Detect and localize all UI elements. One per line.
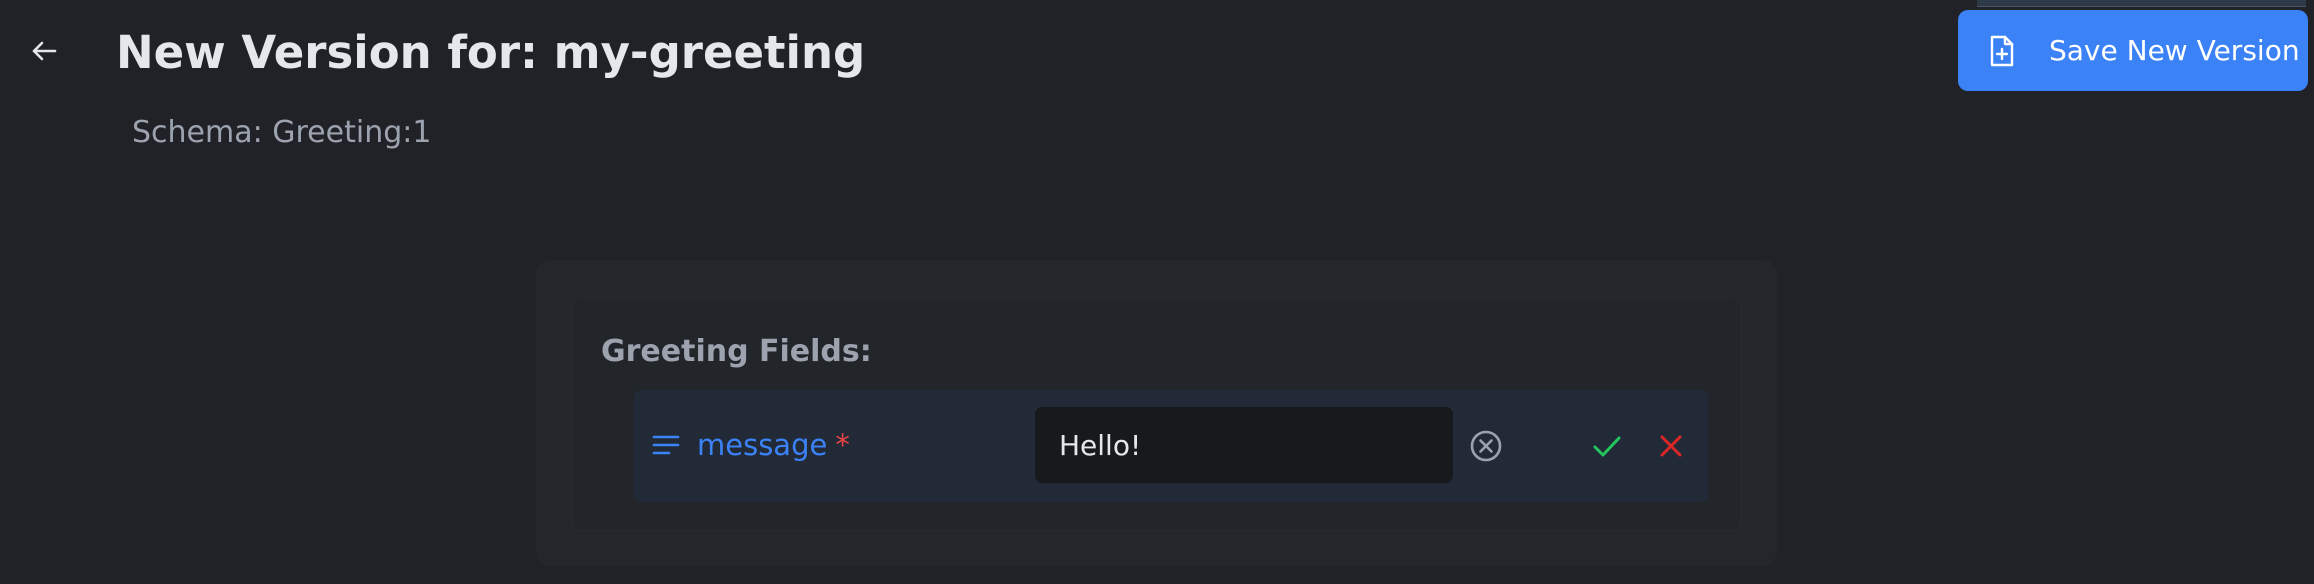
clear-circle-icon bbox=[1468, 428, 1504, 464]
back-button[interactable] bbox=[20, 30, 68, 72]
save-button-label: Save New Version bbox=[2049, 34, 2300, 67]
message-input[interactable] bbox=[1035, 407, 1453, 483]
close-icon bbox=[1654, 429, 1688, 463]
field-label-message: message * bbox=[697, 425, 850, 465]
arrow-left-icon bbox=[31, 40, 57, 62]
check-icon bbox=[1590, 429, 1624, 463]
section-title: Greeting Fields: bbox=[601, 334, 872, 369]
text-lines-icon bbox=[651, 430, 681, 460]
schema-subtitle: Schema: Greeting:1 bbox=[132, 115, 432, 150]
top-strip bbox=[1977, 0, 2306, 7]
required-marker: * bbox=[835, 428, 850, 462]
confirm-field-button[interactable] bbox=[1590, 429, 1624, 463]
cancel-field-button[interactable] bbox=[1654, 429, 1688, 463]
clear-field-button[interactable] bbox=[1468, 428, 1504, 464]
field-label-text: message bbox=[697, 428, 828, 462]
save-new-version-button[interactable]: Save New Version bbox=[1958, 10, 2308, 91]
file-plus-icon bbox=[1989, 35, 2015, 67]
page-title: New Version for: my-greeting bbox=[116, 26, 866, 79]
